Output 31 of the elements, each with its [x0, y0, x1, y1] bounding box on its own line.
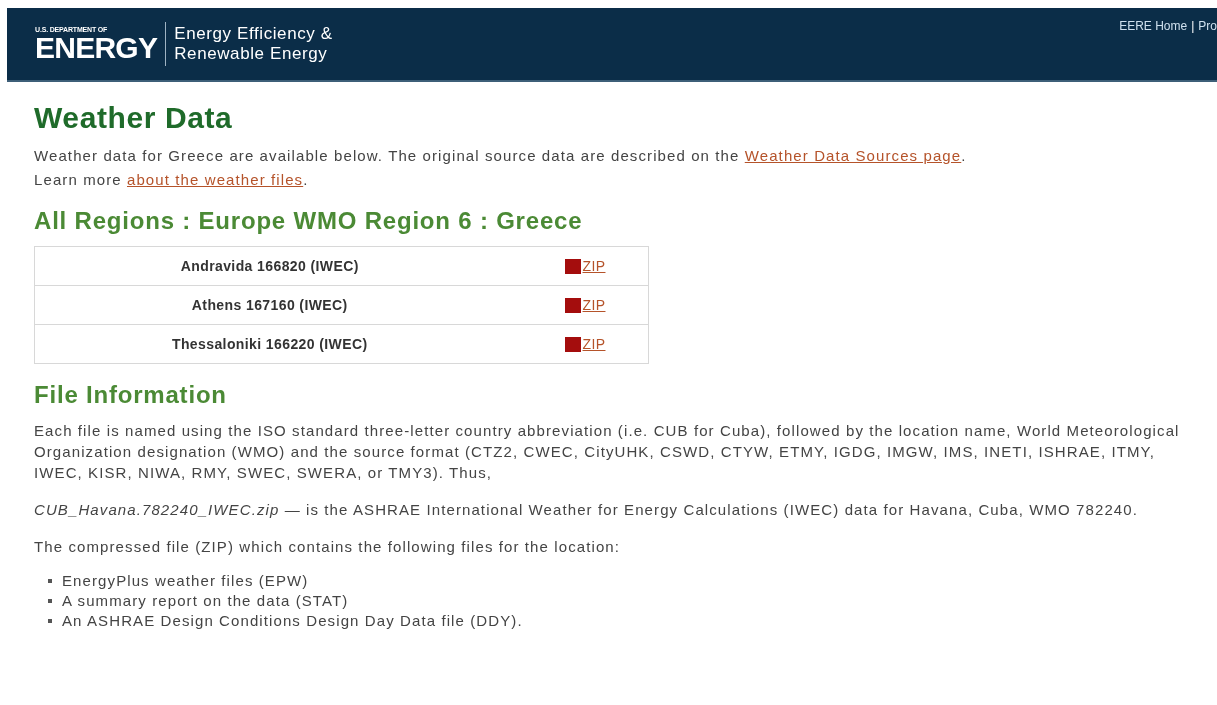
region-breadcrumb-heading: All Regions : Europe WMO Region 6 : Greece — [34, 206, 584, 236]
zip-download-link[interactable]: ZIP — [582, 255, 606, 277]
list-item-text: A summary report on the data (STAT) — [62, 591, 349, 611]
text-link[interactable]: about the weather files — [127, 171, 304, 188]
station-name: Athens 167160 (IWEC) — [34, 285, 465, 325]
agency-logo-text: ENERGY — [35, 32, 158, 63]
station-name: Thessaloniki 166220 (IWEC) — [34, 324, 465, 364]
file-icon — [564, 336, 581, 352]
text-link[interactable]: Weather Data Sources page — [744, 147, 962, 164]
file-icon — [564, 258, 581, 274]
body-paragraph: CUB_Havana.782240_IWEC.zip — is the ASHRAE International Weather for Energy Calculations (IWEC) data for Havana, Cuba, WMO 782240. — [34, 500, 1140, 520]
list-item-text: An ASHRAE Design Conditions Design Day Data file (DDY). — [62, 611, 523, 631]
nav-link[interactable]: Pro — [1198, 17, 1217, 35]
body-paragraph: Each file is named using the ISO standard three-letter country abbreviation (i.e. CUB for Cuba), followed by the location name, World Meteorological Organization designation (WMO) and the source format (CTZ2, CWEC, CityUHK, CSWD, CTYW, ETMY, IGDG, IMGW, IMS, INETI, ISHRAE, ITMY, IWEC, KISR, NIWA, RMY, SWEC, SWERA, or TMY3). Thus, — [34, 421, 1181, 483]
nav-link[interactable]: EERE Home — [1119, 17, 1188, 35]
intro-paragraph: Weather data for Greece are available below. The original source data are described on the Weather Data Sources page. — [34, 146, 968, 166]
zip-download-link[interactable]: ZIP — [582, 294, 606, 316]
link-separator: | — [1191, 18, 1195, 35]
page-title: Weather Data — [34, 100, 234, 136]
file-icon — [564, 297, 581, 313]
office-name-line: Energy Efficiency & — [174, 24, 333, 44]
bullet-icon — [48, 599, 52, 603]
station-name: Andravida 166820 (IWEC) — [34, 246, 465, 286]
list-item-text: EnergyPlus weather files (EPW) — [62, 571, 309, 591]
office-name-line: Renewable Energy — [174, 44, 329, 64]
intro-paragraph: Learn more about the weather files. — [34, 170, 310, 190]
section-heading: File Information — [34, 380, 228, 410]
body-paragraph: The compressed file (ZIP) which contains the following files for the location: — [34, 537, 622, 557]
bullet-icon — [48, 619, 52, 623]
bullet-icon — [48, 579, 52, 583]
zip-download-link[interactable]: ZIP — [582, 333, 606, 355]
